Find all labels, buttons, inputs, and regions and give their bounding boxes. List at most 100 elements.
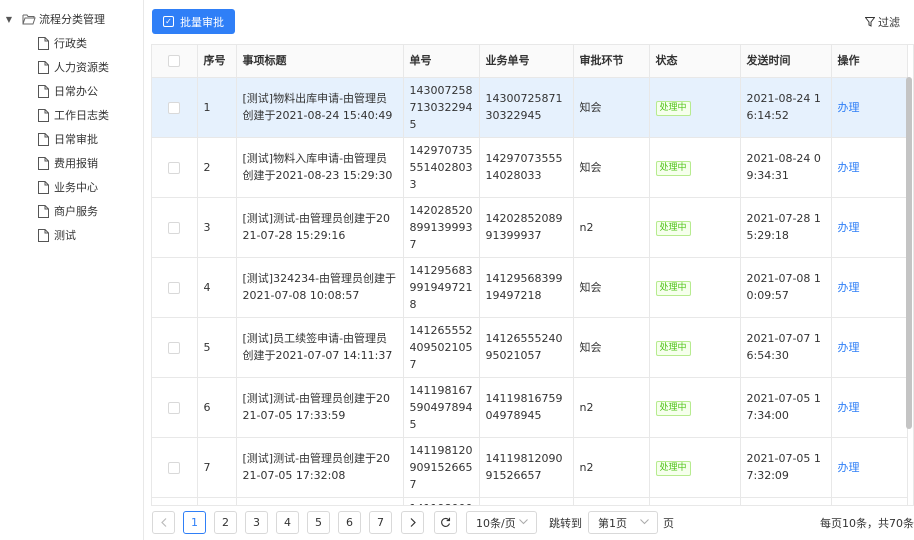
col-status-header: 状态 xyxy=(649,45,741,78)
cell-index xyxy=(197,497,237,505)
col-order-no-header: 单号 xyxy=(403,45,480,78)
cell-action: 办理 xyxy=(831,137,908,198)
filter-button[interactable]: 过滤 xyxy=(865,14,900,30)
cell-sent-time: 2021-07-05 17:32:09 xyxy=(740,437,832,498)
cell-action: 办理 xyxy=(831,377,908,438)
tree-item[interactable]: 业务中心 xyxy=(38,178,98,196)
page-button[interactable]: 5 xyxy=(307,511,330,534)
cell-action xyxy=(831,497,908,505)
handle-link[interactable]: 办理 xyxy=(838,341,860,354)
tree-item[interactable]: 测试 xyxy=(38,226,76,244)
file-icon xyxy=(38,108,50,122)
row-select-cell xyxy=(152,257,198,318)
table-row[interactable]: 6 [测试]测试-由管理员创建于2021-07-05 17:33:59 141198… xyxy=(152,377,908,438)
col-business-no-header: 业务单号 xyxy=(479,45,574,78)
table-row[interactable]: 1 [测试]物料出库申请-由管理员创建于2021-08-24 15:40:49 14… xyxy=(152,77,908,138)
handle-link[interactable]: 办理 xyxy=(838,221,860,234)
row-select-cell xyxy=(152,437,198,498)
handle-link[interactable]: 办理 xyxy=(838,461,860,474)
tree-item-label: 商户服务 xyxy=(54,205,98,218)
row-checkbox[interactable] xyxy=(168,101,181,114)
cell-business-no: 1420285208991399937 xyxy=(479,197,574,258)
cell-index: 7 xyxy=(197,437,237,498)
tree-root-label: 流程分类管理 xyxy=(39,13,105,26)
next-page-button[interactable] xyxy=(401,511,424,534)
status-badge: 处理中 xyxy=(655,341,691,356)
row-checkbox[interactable] xyxy=(168,461,181,474)
page-button[interactable]: 4 xyxy=(276,511,299,534)
jump-page-select[interactable]: 第1页 xyxy=(588,511,658,534)
tree-item-label: 费用报销 xyxy=(54,157,98,170)
cell-order-no: 1430072587130322945 xyxy=(403,77,480,138)
page-button[interactable]: 1 xyxy=(183,511,206,534)
page-button[interactable]: 6 xyxy=(338,511,361,534)
tree-item[interactable]: 工作日志类 xyxy=(38,106,109,124)
total-count-label: 每页10条，共70条 xyxy=(820,517,914,530)
cell-index: 1 xyxy=(197,77,237,138)
cell-order-no: 1412956839919497218 xyxy=(403,257,480,318)
table-scrollbar[interactable] xyxy=(906,77,913,429)
table-row[interactable]: 2 [测试]物料入库申请-由管理员创建于2021-08-23 15:29:30 14… xyxy=(152,137,908,198)
file-icon xyxy=(38,36,50,50)
table-row[interactable]: 7 [测试]测试-由管理员创建于2021-07-05 17:32:08 141198… xyxy=(152,437,908,498)
cell-title: [测试]324234-由管理员创建于2021-07-08 10:08:57 xyxy=(236,257,404,318)
row-checkbox[interactable] xyxy=(168,161,181,174)
cell-business-no: 1412655524095021057 xyxy=(479,317,574,378)
page-button[interactable]: 2 xyxy=(214,511,237,534)
page-size-value: 10条/页 xyxy=(476,516,516,530)
batch-approve-button[interactable]: ✓ 批量审批 xyxy=(152,9,235,34)
row-checkbox[interactable] xyxy=(168,281,181,294)
cell-sent-time: 2021-07-08 10:09:57 xyxy=(740,257,832,318)
tree-item-label: 行政类 xyxy=(54,37,87,50)
handle-link[interactable]: 办理 xyxy=(838,401,860,414)
col-title-header: 事项标题 xyxy=(236,45,404,78)
page-button[interactable]: 7 xyxy=(369,511,392,534)
tree-item-label: 日常办公 xyxy=(54,85,98,98)
cell-step: 知会 xyxy=(573,137,650,198)
cell-status: 处理中 xyxy=(649,137,741,198)
table-row[interactable]: 141198000 xyxy=(152,497,908,505)
refresh-button[interactable] xyxy=(434,511,457,534)
select-all-cell xyxy=(152,45,198,78)
cell-order-no: 1411981675904978945 xyxy=(403,377,480,438)
table-row[interactable]: 3 [测试]测试-由管理员创建于2021-07-28 15:29:16 142028… xyxy=(152,197,908,258)
page-size-select[interactable]: 10条/页 xyxy=(466,511,537,534)
cell-sent-time: 2021-07-28 15:29:18 xyxy=(740,197,832,258)
handle-link[interactable]: 办理 xyxy=(838,281,860,294)
chevron-down-icon xyxy=(519,519,528,525)
table-row[interactable]: 5 [测试]员工续签申请-由管理员创建于2021-07-07 14:11:37 14… xyxy=(152,317,908,378)
scrollbar-thumb[interactable] xyxy=(906,77,912,429)
prev-page-button[interactable] xyxy=(152,511,175,534)
cell-business-no xyxy=(479,497,574,505)
jump-label: 跳转到 xyxy=(549,517,582,530)
select-all-checkbox[interactable] xyxy=(168,55,181,68)
tree-item[interactable]: 人力资源类 xyxy=(38,58,109,76)
file-icon xyxy=(38,156,50,170)
cell-sent-time: 2021-08-24 16:14:52 xyxy=(740,77,832,138)
handle-link[interactable]: 办理 xyxy=(838,161,860,174)
cell-action: 办理 xyxy=(831,77,908,138)
cell-sent-time xyxy=(740,497,832,505)
row-checkbox[interactable] xyxy=(168,341,181,354)
chevron-right-icon xyxy=(410,518,416,527)
row-select-cell xyxy=(152,197,198,258)
caret-down-icon[interactable]: ▼ xyxy=(4,14,14,24)
page-button[interactable]: 3 xyxy=(245,511,268,534)
row-checkbox[interactable] xyxy=(168,401,181,414)
cell-title: [测试]测试-由管理员创建于2021-07-05 17:32:08 xyxy=(236,437,404,498)
batch-approve-label: 批量审批 xyxy=(180,15,224,29)
tree-item[interactable]: 费用报销 xyxy=(38,154,98,172)
cell-sent-time: 2021-08-24 09:34:31 xyxy=(740,137,832,198)
row-checkbox[interactable] xyxy=(168,221,181,234)
tree-item-label: 工作日志类 xyxy=(54,109,109,122)
tree-item[interactable]: 日常审批 xyxy=(38,130,98,148)
tree-item[interactable]: 日常办公 xyxy=(38,82,98,100)
tree-item[interactable]: 商户服务 xyxy=(38,202,98,220)
file-icon xyxy=(38,84,50,98)
handle-link[interactable]: 办理 xyxy=(838,101,860,114)
tree-root-node[interactable]: ▼ 流程分类管理 xyxy=(4,10,105,28)
tree-item[interactable]: 行政类 xyxy=(38,34,87,52)
cell-step: 知会 xyxy=(573,257,650,318)
cell-title: [测试]测试-由管理员创建于2021-07-28 15:29:16 xyxy=(236,197,404,258)
table-row[interactable]: 4 [测试]324234-由管理员创建于2021-07-08 10:08:57 14… xyxy=(152,257,908,318)
